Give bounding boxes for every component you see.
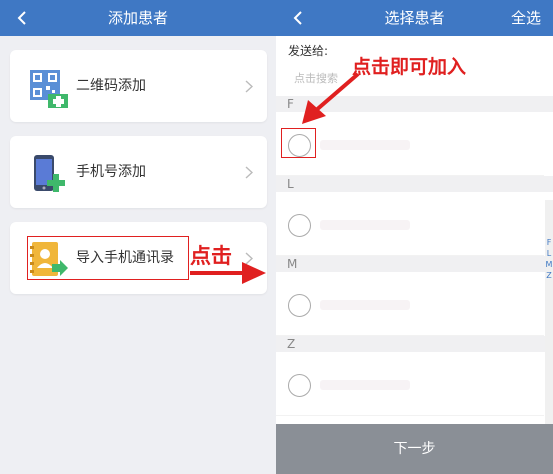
phone-add-icon	[34, 155, 65, 192]
blurred-name	[320, 300, 410, 310]
chevron-right-icon	[245, 80, 253, 93]
import-contacts-label: 导入手机通讯录	[76, 250, 174, 266]
section-header: L	[276, 176, 553, 192]
select-patient-screen: 选择患者 全选 发送给: 点击搜索 F L M Z 点击即可加入 F L M Z…	[276, 0, 553, 474]
select-radio[interactable]	[288, 374, 311, 397]
next-step-button[interactable]: 下一步	[276, 424, 553, 474]
blurred-name	[320, 380, 410, 390]
section-letter: F	[287, 97, 294, 111]
qr-code-add-label: 二维码添加	[76, 78, 146, 94]
list-item[interactable]	[276, 352, 544, 416]
qr-code-add-icon	[30, 70, 68, 108]
section-letter: Z	[287, 337, 296, 351]
index-letter[interactable]: F	[545, 238, 553, 247]
section-header: M	[276, 256, 553, 272]
section-letter: M	[287, 257, 298, 271]
index-letter[interactable]: Z	[545, 271, 553, 280]
page-title: 添加患者	[107, 9, 168, 27]
phone-add-label: 手机号添加	[76, 164, 146, 180]
list-item[interactable]	[276, 272, 544, 336]
nav-bar: 选择患者 全选	[276, 0, 553, 36]
select-all-button[interactable]: 全选	[511, 0, 541, 36]
section-header: Z	[276, 336, 553, 352]
section-letter: L	[287, 177, 294, 191]
red-arrow-right-icon	[190, 262, 266, 284]
contacts-import-icon	[30, 242, 68, 276]
phone-add-button[interactable]: 手机号添加	[10, 136, 267, 208]
blurred-name	[320, 140, 410, 150]
blurred-name	[320, 220, 410, 230]
chevron-right-icon	[245, 166, 253, 179]
click-to-add-annotation: 点击即可加入	[352, 56, 467, 78]
alphabet-index-bar[interactable]: F L M Z	[545, 200, 553, 460]
select-radio[interactable]	[288, 294, 311, 317]
list-item[interactable]	[276, 192, 544, 256]
qr-code-add-button[interactable]: 二维码添加	[10, 50, 267, 122]
nav-bar: 添加患者	[0, 0, 276, 36]
index-letter[interactable]: M	[545, 260, 553, 269]
add-patient-screen: 添加患者 二维码添加 手机号添加 导入手机通讯录 点击	[0, 0, 276, 474]
index-letter[interactable]: L	[545, 249, 553, 258]
send-to-label: 发送给:	[288, 44, 329, 58]
highlight-box	[281, 128, 316, 158]
select-radio[interactable]	[288, 214, 311, 237]
red-arrow-diagonal-icon	[302, 72, 360, 124]
